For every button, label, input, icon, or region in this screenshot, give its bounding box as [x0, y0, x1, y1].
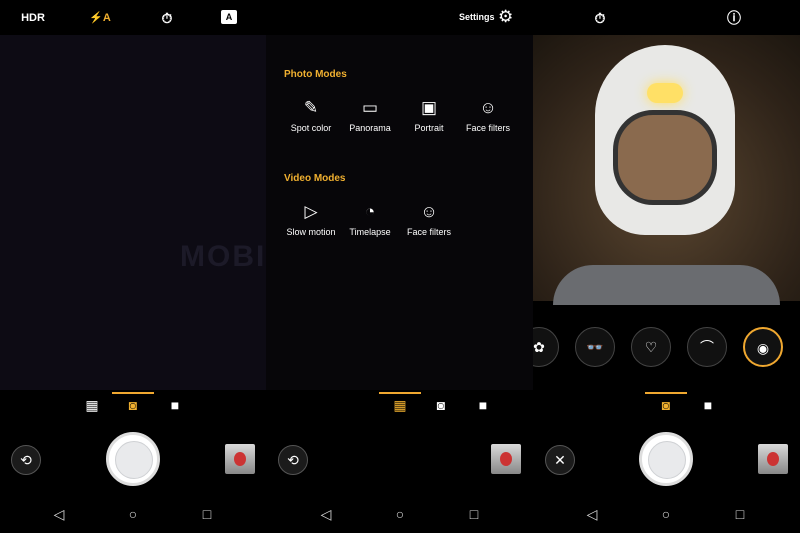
- mode-label: Panorama: [349, 123, 391, 133]
- gear-icon[interactable]: ⚙: [498, 7, 513, 27]
- mode-label: Slow motion: [286, 227, 336, 237]
- home-button[interactable]: ○: [123, 506, 143, 522]
- mode-label: Face filters: [406, 227, 451, 237]
- flower-filter[interactable]: ✿: [533, 327, 559, 367]
- back-button[interactable]: ◁: [582, 506, 602, 523]
- close-filter-button[interactable]: ✕: [545, 445, 575, 475]
- auto-mode-icon[interactable]: A: [221, 10, 237, 24]
- recents-button[interactable]: □: [464, 506, 484, 522]
- mode-video-face-filters[interactable]: ☺ Face filters: [394, 201, 464, 237]
- grid-icon[interactable]: ▦: [82, 396, 102, 414]
- home-button[interactable]: ○: [656, 506, 676, 522]
- switch-camera-button[interactable]: ⟲: [278, 445, 308, 475]
- shutter-button[interactable]: [639, 432, 693, 486]
- camera-icon[interactable]: ◙: [123, 396, 143, 414]
- active-mode-indicator: [379, 392, 421, 394]
- mode-bar: ▦ ◙ ■: [266, 392, 533, 418]
- video-modes-title: Video Modes: [284, 173, 346, 184]
- timer-off-icon[interactable]: ⏱: [155, 8, 179, 28]
- heart-glasses-filter[interactable]: ♡: [631, 327, 671, 367]
- mode-label: Spot color: [290, 123, 332, 133]
- sunglasses-filter[interactable]: 👓: [575, 327, 615, 367]
- viewfinder[interactable]: [0, 35, 266, 390]
- shutter-button[interactable]: [106, 432, 160, 486]
- grid-icon[interactable]: ▦: [390, 396, 410, 414]
- gallery-thumbnail[interactable]: [491, 444, 521, 474]
- video-icon[interactable]: ■: [473, 396, 493, 414]
- info-icon[interactable]: ⓘ: [722, 8, 746, 28]
- mode-label: Portrait: [414, 123, 444, 133]
- recents-button[interactable]: □: [197, 506, 217, 522]
- recents-button[interactable]: □: [730, 506, 750, 522]
- back-button[interactable]: ◁: [49, 506, 69, 523]
- mode-face-filters[interactable]: ☺ Face filters: [453, 97, 523, 133]
- photo-modes-title: Photo Modes: [284, 69, 347, 80]
- flash-auto-icon[interactable]: ⚡A: [88, 8, 112, 28]
- camera-panel-modes: Settings ⚙ Photo Modes ✎ Spot color ▭ Pano…: [266, 0, 533, 533]
- timer-off-icon[interactable]: ⏱: [588, 8, 612, 28]
- gallery-thumbnail[interactable]: [758, 444, 788, 474]
- switch-camera-button[interactable]: ⟲: [11, 445, 41, 475]
- home-button[interactable]: ○: [390, 506, 410, 522]
- mode-bar: ◙ ■: [533, 392, 800, 418]
- camera-icon[interactable]: ◙: [656, 396, 676, 414]
- active-mode-indicator: [645, 392, 687, 394]
- video-icon[interactable]: ■: [165, 396, 185, 414]
- watermark: MOBIGYAAN: [180, 240, 266, 273]
- video-icon[interactable]: ■: [698, 396, 718, 414]
- face-icon: ☺: [420, 202, 438, 221]
- mode-label: Face filters: [465, 123, 510, 133]
- camera-icon[interactable]: ◙: [431, 396, 451, 414]
- camera-panel-viewfinder: HDR ⚡A ⏱ A MOBIGYAAN ▦ ◙ ■ ⟲ ◁ ○ □: [0, 0, 266, 533]
- camera-preview[interactable]: [533, 35, 800, 305]
- astronaut-helmet: [595, 45, 735, 235]
- camera-panel-face-filter: ⏱ ⓘ ✿ 👓 ♡ ⌒ ◉ ◙ ■ ✕ ◁ ○ □: [533, 0, 800, 533]
- hdr-icon[interactable]: HDR: [21, 8, 45, 28]
- back-button[interactable]: ◁: [316, 506, 336, 523]
- astronaut-helmet-filter[interactable]: ◉: [743, 327, 783, 367]
- mode-bar: ▦ ◙ ■: [0, 392, 266, 418]
- settings-label[interactable]: Settings: [459, 12, 495, 22]
- gallery-thumbnail[interactable]: [225, 444, 255, 474]
- shirt: [553, 265, 780, 305]
- mode-label: Timelapse: [349, 227, 391, 237]
- hat-filter[interactable]: ⌒: [687, 327, 727, 367]
- active-mode-indicator: [112, 392, 154, 394]
- face-icon: ☺: [479, 98, 497, 117]
